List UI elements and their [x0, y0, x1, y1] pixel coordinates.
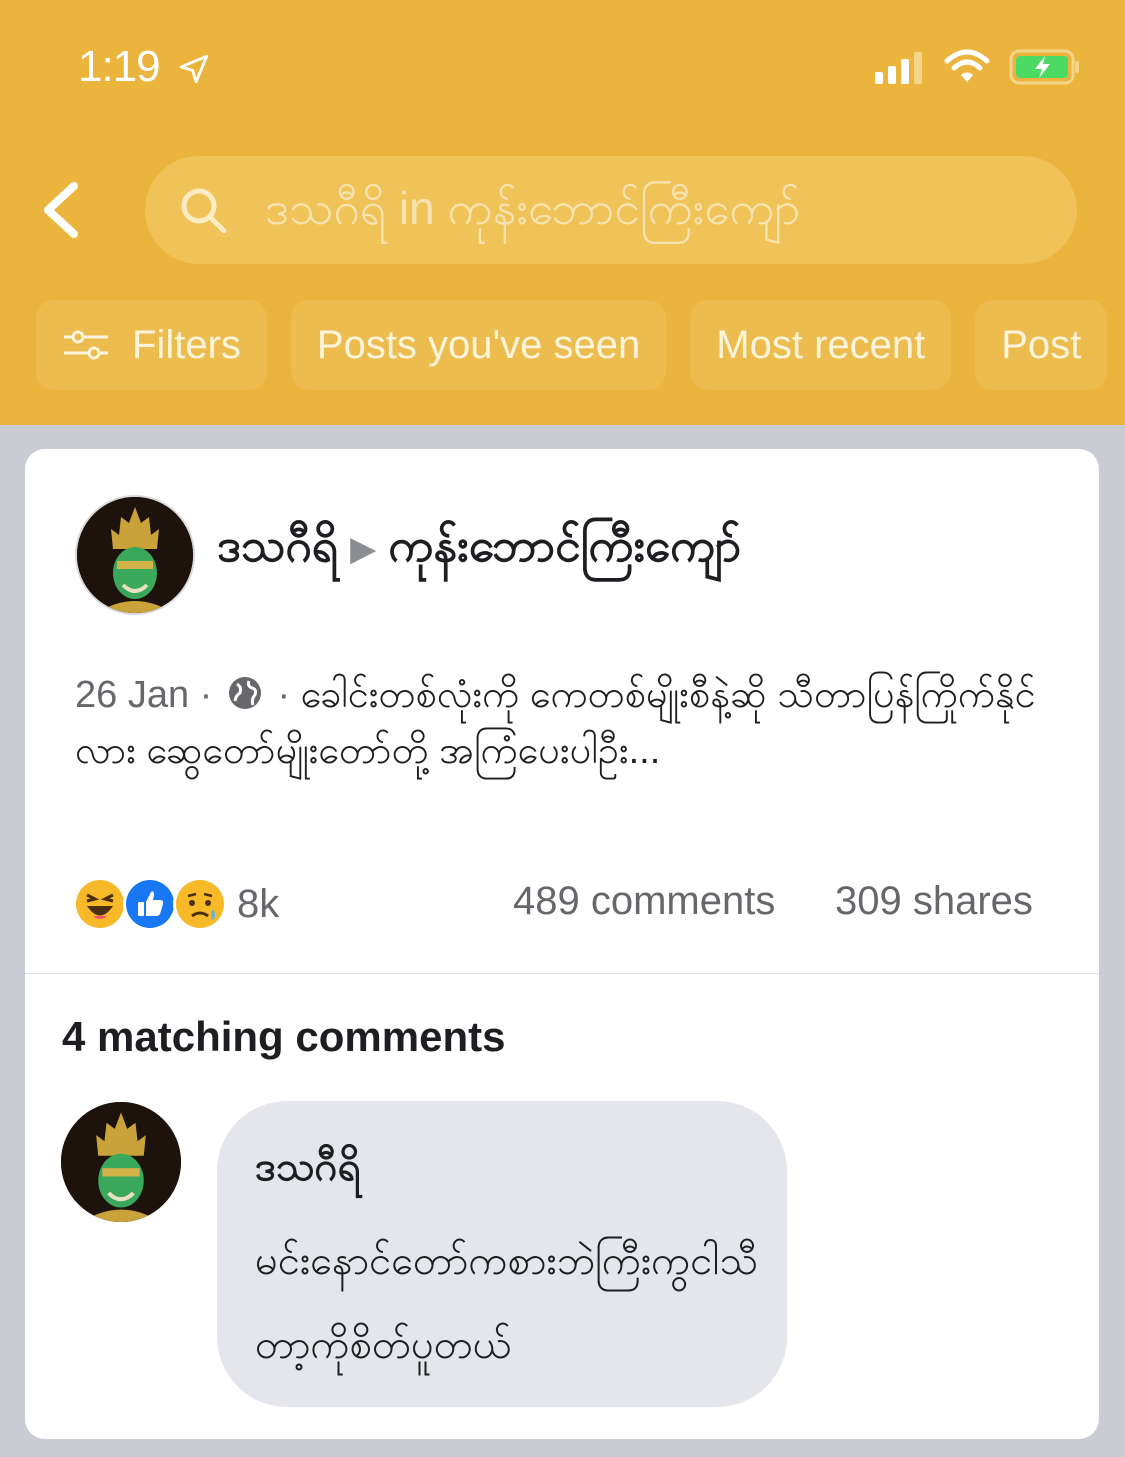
- sad-icon: [173, 877, 227, 931]
- comment-text: မင်းနောင်တော်ကစားဘဲကြီးကွငါသီတာ့ကိုစိတ်ပ…: [255, 1239, 759, 1367]
- wifi-icon: [944, 49, 990, 82]
- chip-most-recent[interactable]: Most recent: [690, 300, 952, 390]
- avatar[interactable]: [75, 495, 195, 615]
- battery-charging-icon: [1009, 49, 1079, 85]
- chip-filters[interactable]: Filters: [36, 300, 267, 390]
- comment-author[interactable]: ဒသဂီရိ: [255, 1141, 360, 1200]
- chip-post-label: Post: [1001, 322, 1082, 367]
- status-time: 1:19: [78, 42, 211, 92]
- meta-separator: ·: [199, 674, 213, 716]
- mask-avatar-image: [61, 1102, 181, 1222]
- post-author[interactable]: ဒသဂီရိ: [217, 519, 338, 571]
- post-body: 26 Jan · · ခေါင်းတစ်လုံးကို ကေတစ်မျိုးစီ…: [75, 667, 1065, 779]
- post-title[interactable]: ဒသဂီရိ ▶ ကုန်းဘောင်ကြီးကျော်: [217, 517, 741, 584]
- header: 1:19 ဒသဂီရိ in ကုန်းဘောင်ကြီးကျော် Filte…: [0, 0, 1125, 425]
- chip-posts-seen-label: Posts you've seen: [316, 322, 641, 367]
- search-bar[interactable]: ဒသဂီရိ in ကုန်းဘောင်ကြီးကျော်: [145, 156, 1077, 264]
- post-date: 26 Jan: [75, 674, 190, 716]
- comment-bubble[interactable]: ဒသဂီရိ မင်းနောင်တော်ကစားဘဲကြီးကွငါသီတာ့က…: [217, 1101, 787, 1407]
- post-text: ခေါင်းတစ်လုံးကို ကေတစ်မျိုးစီနဲ့ဆို သီတာ…: [75, 674, 1036, 772]
- comment-avatar[interactable]: [61, 1102, 181, 1222]
- sliders-icon: [64, 330, 108, 360]
- post-group[interactable]: ကုန်းဘောင်ကြီးကျော်: [388, 519, 741, 571]
- chip-most-recent-label: Most recent: [716, 322, 926, 367]
- back-button[interactable]: [36, 178, 96, 242]
- status-icons: [875, 48, 1081, 86]
- mask-avatar-image: [77, 497, 193, 613]
- post-card[interactable]: ဒသဂီရိ ▶ ကုန်းဘောင်ကြီးကျော် 26 Jan · · ခေ…: [25, 449, 1099, 1439]
- chip-filters-label: Filters: [132, 322, 241, 367]
- reactions-summary[interactable]: 8k: [73, 877, 279, 931]
- location-arrow-icon: [179, 55, 209, 84]
- signal-icon: [875, 52, 922, 84]
- chip-posts-seen[interactable]: Posts you've seen: [290, 300, 667, 390]
- like-icon: [123, 877, 177, 931]
- chip-post[interactable]: Post: [975, 300, 1108, 390]
- caret-right-icon: ▶: [350, 529, 377, 568]
- globe-icon: [228, 677, 261, 709]
- search-query: ဒသဂီရိ in ကုန်းဘောင်ကြီးကျော်: [265, 182, 801, 234]
- search-icon: [181, 188, 227, 234]
- filter-chips: Filters Posts you've seen Most recent Po…: [36, 300, 1108, 390]
- haha-icon: [73, 877, 127, 931]
- reaction-count: 8k: [237, 881, 280, 926]
- shares-count[interactable]: 309 shares: [835, 879, 1033, 924]
- comments-count[interactable]: 489 comments: [513, 879, 775, 924]
- chevron-left-icon: [44, 182, 78, 238]
- matching-comments-title: 4 matching comments: [62, 1013, 506, 1060]
- meta-separator-2: ·: [277, 674, 291, 716]
- divider: [25, 973, 1099, 974]
- status-time-text: 1:19: [78, 42, 161, 91]
